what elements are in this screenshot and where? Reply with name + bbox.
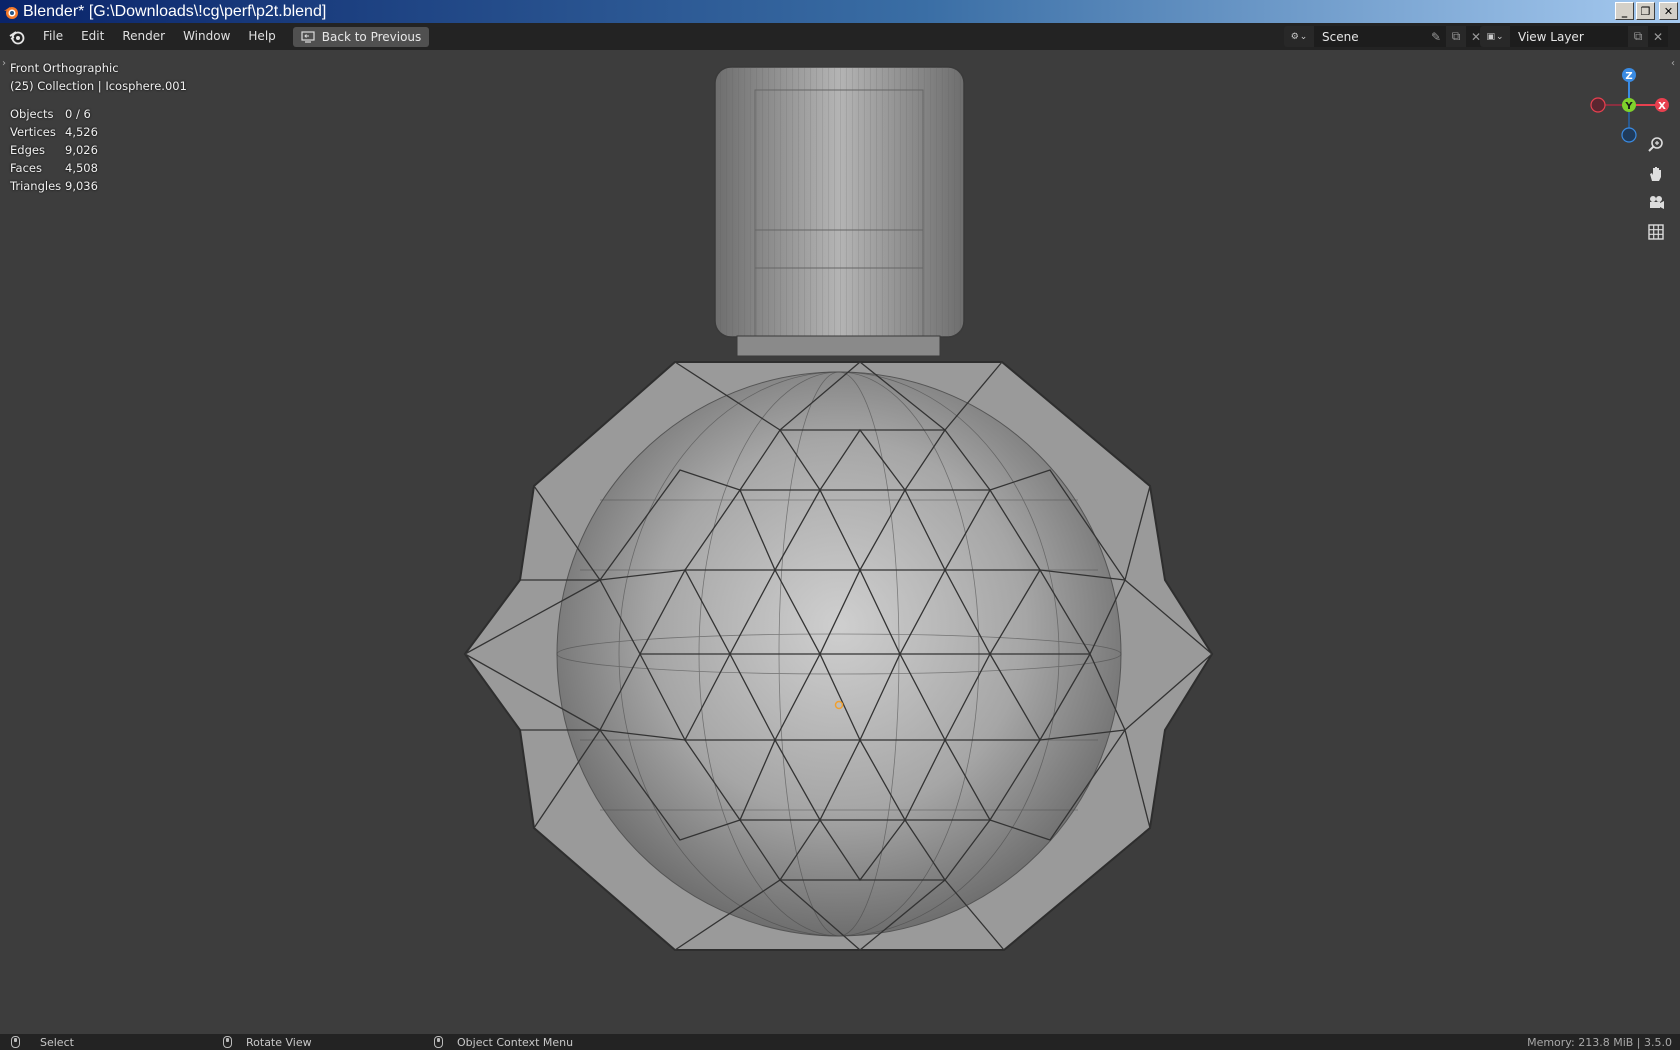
scene-statistics: Objects 0 / 6 Vertices 4,526 Edges 9,026 Fa… <box>10 105 98 195</box>
scene-name: Scene <box>1322 29 1359 44</box>
status-rotate: Rotate View <box>223 1036 312 1049</box>
window-title: Blender* [G:\Downloads\!cg\perf\p2t.blen… <box>23 2 327 20</box>
back-to-previous-label: Back to Previous <box>321 29 422 44</box>
memory-status: Memory: 213.8 MiB | 3.5.0 <box>1527 1035 1672 1049</box>
status-select: Select <box>11 1036 74 1049</box>
chevron-down-icon: ⌄ <box>1495 31 1504 42</box>
minimize-button[interactable]: _ <box>1615 2 1634 20</box>
stat-row: Faces 4,508 <box>10 161 98 175</box>
view-layer-selector: ▣ ⌄ View Layer ⧉ ✕ <box>1480 26 1668 47</box>
status-context-menu-label: Object Context Menu <box>457 1035 574 1049</box>
remove-view-layer-icon[interactable]: ✕ <box>1648 26 1668 47</box>
window-title-bar: Blender* [G:\Downloads\!cg\perf\p2t.blen… <box>0 0 1680 23</box>
scene-icon: ⚙ <box>1290 31 1299 42</box>
camera-icon[interactable] <box>1643 190 1669 216</box>
status-select-label: Select <box>40 1035 74 1049</box>
viewport-info: Front Orthographic (25) Collection | Ico… <box>10 59 187 95</box>
stat-row: Objects 0 / 6 <box>10 107 91 121</box>
menu-render[interactable]: Render <box>113 23 174 50</box>
new-scene-icon[interactable]: ⧉ <box>1446 26 1466 47</box>
new-view-layer-icon[interactable]: ⧉ <box>1628 26 1648 47</box>
view-name: Front Orthographic <box>10 61 119 75</box>
menu-file[interactable]: File <box>34 23 72 50</box>
mouse-right-icon <box>434 1036 443 1048</box>
stat-row: Edges 9,026 <box>10 143 98 157</box>
gizmo-z-label: Z <box>1625 71 1632 82</box>
close-button[interactable]: ✕ <box>1659 2 1678 20</box>
view-layer-icon: ▣ <box>1486 31 1495 42</box>
scene-name-field[interactable]: Scene <box>1314 26 1426 47</box>
blender-logo-icon[interactable] <box>8 28 26 46</box>
zoom-icon[interactable] <box>1643 132 1669 158</box>
status-context-menu: Object Context Menu <box>434 1036 573 1049</box>
mouse-middle-icon <box>223 1036 232 1048</box>
menu-help[interactable]: Help <box>239 23 284 50</box>
back-to-previous-button[interactable]: Back to Previous <box>292 26 430 47</box>
pan-hand-icon[interactable] <box>1643 161 1669 187</box>
view-layer-name: View Layer <box>1518 29 1584 44</box>
perfume-bottle-mesh <box>463 66 1214 951</box>
3d-viewport[interactable]: Front Orthographic (25) Collection | Ico… <box>0 50 1680 1034</box>
window-controls: _ ❐ ✕ <box>1615 2 1678 20</box>
menu-window[interactable]: Window <box>174 23 239 50</box>
grid-icon[interactable] <box>1643 219 1669 245</box>
menu-edit[interactable]: Edit <box>72 23 113 50</box>
view-layer-name-field[interactable]: View Layer <box>1510 26 1628 47</box>
scene-selector: ⚙ ⌄ Scene ✎ ⧉ ✕ <box>1284 26 1486 47</box>
status-bar: Select Rotate View Object Context Menu M… <box>0 1034 1680 1050</box>
blender-app-icon <box>4 6 18 19</box>
collection-info: (25) Collection | Icosphere.001 <box>10 79 187 93</box>
view-layer-browse-button[interactable]: ▣ ⌄ <box>1480 26 1510 47</box>
restore-button[interactable]: ❐ <box>1636 2 1655 20</box>
scene-browse-button[interactable]: ⚙ ⌄ <box>1284 26 1314 47</box>
stat-row: Vertices 4,526 <box>10 125 98 139</box>
gizmo-y-label: Y <box>1624 101 1633 112</box>
gizmo-x-label: X <box>1658 101 1666 112</box>
mouse-left-icon <box>11 1036 20 1048</box>
chevron-down-icon: ⌄ <box>1299 31 1308 42</box>
pin-icon[interactable]: ✎ <box>1426 26 1446 47</box>
toolbar-expand-arrow-icon[interactable]: › <box>2 58 6 69</box>
screen-back-icon <box>301 30 315 43</box>
status-rotate-label: Rotate View <box>246 1035 312 1049</box>
stat-row: Triangles 9,036 <box>10 179 98 193</box>
top-menu-bar: File Edit Render Window Help Back to Pre… <box>0 23 1680 50</box>
